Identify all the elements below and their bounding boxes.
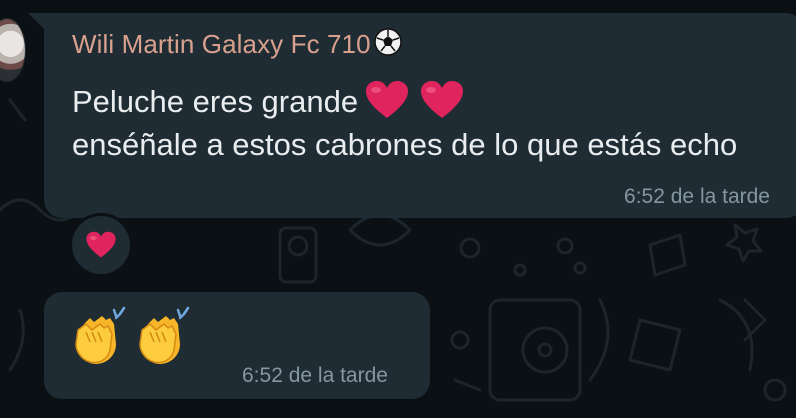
sender-name-text[interactable]: Wili Martin Galaxy Fc 710	[72, 29, 371, 59]
emoji-group	[70, 306, 194, 368]
red-heart-icon	[366, 81, 409, 118]
message-line-2: enséñale a estos cabrones de lo que está…	[72, 127, 738, 162]
hearts-group	[364, 80, 465, 128]
clapping-hands-icon	[75, 306, 126, 364]
message-text: Peluche eres grande	[72, 84, 359, 119]
reaction-badge[interactable]	[69, 213, 133, 277]
soccer-ball-icon	[373, 28, 402, 56]
red-heart-icon	[86, 231, 116, 258]
message-bubble[interactable]: Wili Martin Galaxy Fc 710 Peluche eres g…	[44, 13, 796, 218]
red-heart-icon	[420, 81, 463, 118]
message-bubble-2[interactable]: 6:52 de la tarde	[44, 292, 430, 399]
sender-name[interactable]: Wili Martin Galaxy Fc 710	[72, 27, 403, 60]
message-timestamp: 6:52 de la tarde	[624, 185, 770, 208]
message-timestamp-2: 6:52 de la tarde	[242, 364, 388, 387]
message-line-1: Peluche eres grande	[72, 80, 465, 128]
clapping-hands-icon	[139, 306, 190, 364]
